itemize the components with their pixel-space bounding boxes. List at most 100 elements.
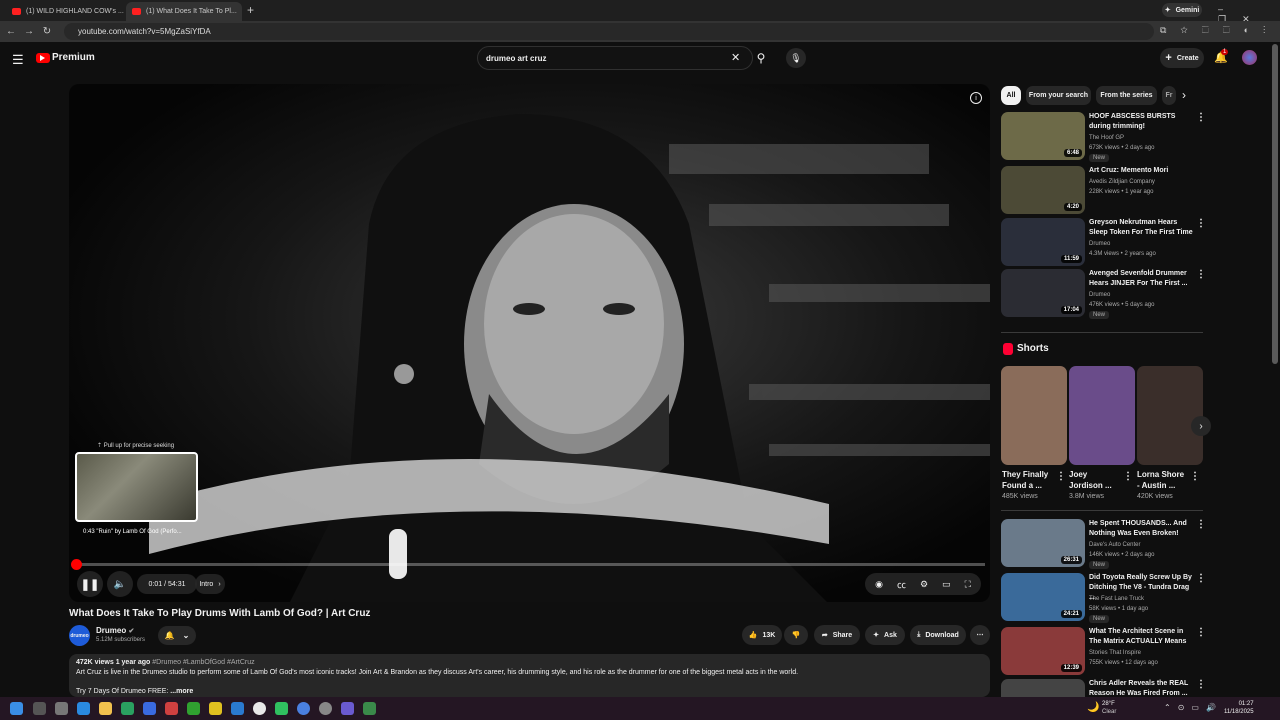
- short-title[interactable]: Lorna Shore - Austin ...: [1137, 469, 1185, 491]
- hashtags[interactable]: #Drumeo #LambOfGod #ArtCruz: [152, 659, 254, 666]
- weather-moon-icon[interactable]: 🌙: [1087, 702, 1099, 713]
- miniplayer-icon[interactable]: ▭: [942, 579, 951, 590]
- gemini-button[interactable]: ✦ Gemini: [1162, 3, 1202, 17]
- video-thumbnail[interactable]: 6:48: [1001, 112, 1085, 160]
- channel-name[interactable]: Avedis Zildjian Company: [1089, 177, 1155, 187]
- weather-widget[interactable]: 28°F Clear: [1102, 700, 1116, 716]
- store-icon[interactable]: [143, 702, 156, 715]
- video-thumbnail[interactable]: 26:31: [1001, 519, 1085, 567]
- short-thumbnail[interactable]: [1001, 366, 1067, 465]
- edge-icon[interactable]: [77, 702, 90, 715]
- info-icon[interactable]: i: [970, 92, 982, 104]
- channel-name[interactable]: The Hoof GP: [1089, 133, 1124, 143]
- browser-extension-icons[interactable]: ⧉☆⬚⬚◐⋮: [1160, 25, 1275, 36]
- more-vert-icon[interactable]: ⋮: [1196, 112, 1206, 123]
- search-icon[interactable]: ⚲: [752, 49, 770, 67]
- more-vert-icon[interactable]: ⋮: [1056, 471, 1066, 482]
- recommended-item[interactable]: 24:21 Did Toyota Really Screw Up By Ditc…: [1001, 573, 1206, 623]
- recommended-item[interactable]: 11:59 Greyson Nekrutman Hears Sleep Toke…: [1001, 218, 1206, 268]
- task-view-icon[interactable]: [33, 702, 46, 715]
- video-title[interactable]: Greyson Nekrutman Hears Sleep Token For …: [1089, 218, 1193, 238]
- app-icon[interactable]: [165, 702, 178, 715]
- clear-search-icon[interactable]: ✕: [731, 51, 740, 64]
- url-bar[interactable]: youtube.com/watch?v=5MgZaSiYfDA: [64, 23, 1154, 40]
- browser-tab-active[interactable]: (1) What Does It Take To Pl... ✕: [126, 2, 242, 21]
- video-title[interactable]: Chris Adler Reveals the REAL Reason He W…: [1089, 679, 1193, 697]
- forward-icon[interactable]: →: [20, 26, 38, 37]
- video-title[interactable]: Avenged Sevenfold Drummer Hears JINJER F…: [1089, 269, 1193, 289]
- like-button[interactable]: 👍 13K: [742, 625, 782, 645]
- create-button[interactable]: + Create: [1160, 48, 1204, 68]
- video-thumbnail[interactable]: 17:04: [1001, 269, 1085, 317]
- channel-name[interactable]: Drumeo: [1089, 239, 1110, 249]
- subscribe-bell-button[interactable]: 🔔 ⌄: [158, 626, 196, 645]
- xbox-icon[interactable]: [121, 702, 134, 715]
- recommended-item[interactable]: Chris Adler Reveals the REAL Reason He W…: [1001, 679, 1203, 697]
- video-thumbnail[interactable]: 11:59: [1001, 218, 1085, 266]
- more-vert-icon[interactable]: ⋮: [1190, 471, 1200, 482]
- download-button[interactable]: ⤓ Download: [910, 625, 966, 645]
- ask-button[interactable]: ✦ Ask: [865, 625, 905, 645]
- recommended-item[interactable]: 4:20 Art Cruz: Memento Mori Avedis Zildj…: [1001, 166, 1203, 216]
- more-vert-icon[interactable]: ⋮: [1123, 471, 1133, 482]
- app-icon[interactable]: [341, 702, 354, 715]
- system-tray-icons[interactable]: ⌃⊙▭🔊: [1164, 703, 1223, 712]
- progress-bar[interactable]: [75, 563, 985, 566]
- recommended-item[interactable]: 6:48 HOOF ABSCESS BURSTS during trimming…: [1001, 112, 1206, 162]
- recommended-item[interactable]: 17:04 Avenged Sevenfold Drummer Hears JI…: [1001, 269, 1206, 319]
- more-vert-icon[interactable]: ⋮: [1196, 573, 1206, 584]
- widgets-icon[interactable]: [55, 702, 68, 715]
- channel-name[interactable]: The Fast Lane Truck: [1089, 594, 1144, 604]
- app-icon[interactable]: [319, 702, 332, 715]
- start-icon[interactable]: [10, 702, 23, 715]
- volume-icon[interactable]: 🔈: [107, 571, 133, 597]
- chapter-button[interactable]: Intro ›: [195, 574, 225, 594]
- back-icon[interactable]: ←: [2, 26, 20, 37]
- search-input[interactable]: drumeo art cruz: [477, 46, 753, 70]
- channel-name-row[interactable]: Drumeo ✔: [96, 626, 134, 635]
- short-thumbnail[interactable]: [1069, 366, 1135, 465]
- video-player[interactable]: i ⇡ Pull up for precise seeking 0:43 "Ru…: [69, 84, 990, 602]
- video-title[interactable]: HOOF ABSCESS BURSTS during trimming!: [1089, 112, 1193, 132]
- more-vert-icon[interactable]: ⋮: [1196, 627, 1206, 638]
- new-tab-icon[interactable]: +: [247, 3, 254, 17]
- recommended-item[interactable]: 26:31 He Spent THOUSANDS... And Nothing …: [1001, 519, 1206, 569]
- video-thumbnail[interactable]: [1001, 679, 1085, 697]
- video-title[interactable]: What The Architect Scene in The Matrix A…: [1089, 627, 1193, 647]
- app-icon[interactable]: [275, 702, 288, 715]
- short-thumbnail[interactable]: [1137, 366, 1203, 465]
- chip-partial[interactable]: Fr: [1162, 86, 1176, 105]
- file-explorer-icon[interactable]: [99, 702, 112, 715]
- chrome-icon[interactable]: [253, 702, 266, 715]
- scrubber-handle[interactable]: [71, 559, 82, 570]
- app-icon[interactable]: [297, 702, 310, 715]
- video-thumbnail[interactable]: 4:20: [1001, 166, 1085, 214]
- more-vert-icon[interactable]: ⋮: [1196, 218, 1206, 229]
- more-vert-icon[interactable]: ⋮: [1196, 519, 1206, 530]
- logo-text[interactable]: Premium: [52, 52, 95, 63]
- browser-tab[interactable]: (1) WILD HIGHLAND COW's ... ✕: [6, 2, 124, 21]
- chip-from-your-search[interactable]: From your search: [1026, 86, 1091, 105]
- chip-from-the-series[interactable]: From the series: [1096, 86, 1157, 105]
- channel-name[interactable]: Drumeo: [1089, 290, 1110, 300]
- channel-name[interactable]: Stories That Inspire: [1089, 648, 1141, 658]
- short-title[interactable]: They Finally Found a ...: [1002, 469, 1052, 491]
- page-scrollbar[interactable]: [1272, 44, 1278, 364]
- chevron-right-icon[interactable]: ›: [1191, 416, 1211, 436]
- fullscreen-icon[interactable]: ⛶: [965, 579, 971, 590]
- pause-icon[interactable]: ❚❚: [77, 571, 103, 597]
- subtitles-icon[interactable]: ㏄: [897, 578, 906, 591]
- chevron-right-icon[interactable]: ›: [1182, 88, 1186, 102]
- app-icon[interactable]: [231, 702, 244, 715]
- share-button[interactable]: ➦ Share: [814, 625, 860, 645]
- video-thumbnail[interactable]: 12:39: [1001, 627, 1085, 675]
- dislike-button[interactable]: 👎: [784, 625, 808, 645]
- description-box[interactable]: 472K views 1 year ago #Drumeo #LambOfGod…: [69, 654, 990, 697]
- more-link[interactable]: ...more: [170, 688, 193, 695]
- menu-icon[interactable]: ☰: [12, 52, 24, 68]
- microphone-icon[interactable]: 🎙: [786, 48, 806, 68]
- more-vert-icon[interactable]: ⋮: [1196, 269, 1206, 280]
- app-icon[interactable]: [187, 702, 200, 715]
- reload-icon[interactable]: ↻: [38, 26, 56, 37]
- more-actions-icon[interactable]: ⋯: [970, 625, 990, 645]
